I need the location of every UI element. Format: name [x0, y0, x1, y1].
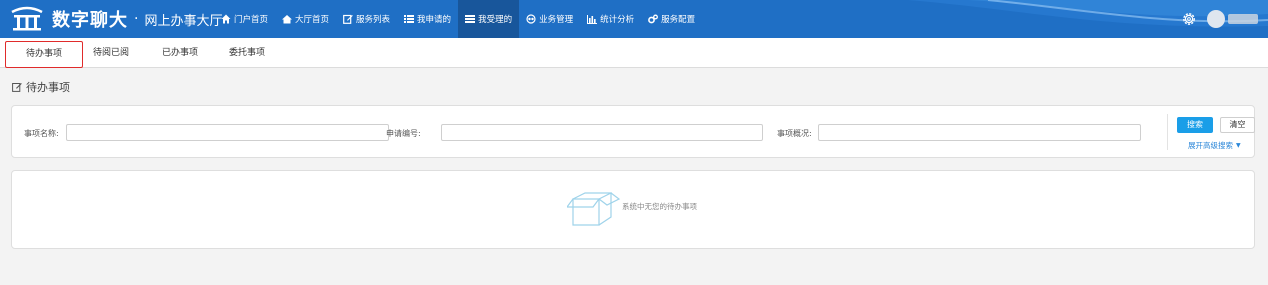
item-name-label: 事项名称:: [24, 129, 59, 138]
brand[interactable]: 数字聊大 · 网上办事大厅: [10, 0, 222, 38]
empty-box-icon: [567, 192, 621, 226]
summary-label: 事项概况:: [777, 129, 812, 138]
results-panel: 系统中无您的待办事项: [11, 170, 1255, 249]
tab-to-read[interactable]: 待阅已阅: [86, 38, 136, 68]
header-decoration: [908, 0, 1268, 27]
gears-icon: [648, 14, 659, 24]
brand-separator: ·: [134, 11, 139, 27]
house-icon: [282, 15, 293, 24]
chevron-down-icon: ▼: [1236, 142, 1241, 149]
nav-service-list[interactable]: 服务列表: [336, 0, 397, 38]
nav-label: 我申请的: [417, 15, 452, 25]
nav-label: 门户首页: [234, 15, 269, 25]
search-panel: 事项名称: 申请编号: 事项概况: 搜索 清空 展开高级搜索 ▼: [11, 105, 1255, 158]
tab-label: 待办事项: [25, 49, 62, 59]
edit-icon: [343, 14, 353, 24]
app-subtitle: 网上办事大厅: [144, 13, 223, 29]
edit-icon: [12, 83, 22, 92]
nav-my-applications[interactable]: 我申请的: [397, 0, 458, 38]
page-title: 待办事项: [12, 80, 70, 94]
user-name-redacted[interactable]: [1228, 14, 1258, 24]
user-avatar[interactable]: [1207, 10, 1225, 28]
nav-label: 统计分析: [600, 15, 635, 25]
nav-business-management[interactable]: 业务管理: [519, 0, 580, 38]
item-name-input[interactable]: [66, 124, 389, 141]
nav-label: 我受理的: [478, 15, 513, 25]
apply-no-input[interactable]: [441, 124, 763, 141]
advanced-search-link[interactable]: 展开高级搜索 ▼: [1188, 140, 1241, 151]
tab-pending[interactable]: 待办事项: [5, 41, 83, 68]
tab-label: 待阅已阅: [92, 48, 129, 58]
nav-hall-home[interactable]: 大厅首页: [275, 0, 336, 38]
nav-label: 业务管理: [539, 15, 574, 25]
main-nav: 门户首页 大厅首页 服务列表 我申请的 我受理的 业务管理 统计分析 服务配置: [214, 0, 702, 38]
tab-label: 已办事项: [161, 48, 198, 58]
app-name: 数字聊大: [52, 10, 128, 31]
tab-delegated[interactable]: 委托事项: [222, 38, 272, 68]
logo-icon: [11, 6, 43, 31]
nav-label: 大厅首页: [295, 15, 330, 25]
top-navbar: 数字聊大 · 网上办事大厅 门户首页 大厅首页 服务列表 我申请的 我受理的 业…: [0, 0, 1268, 38]
nav-my-accepted[interactable]: 我受理的: [458, 0, 520, 38]
clear-button[interactable]: 清空: [1220, 117, 1255, 133]
apply-no-label: 申请编号:: [386, 129, 421, 138]
nav-statistics[interactable]: 统计分析: [580, 0, 641, 38]
tab-label: 委托事项: [228, 48, 265, 58]
advanced-search-label: 展开高级搜索: [1188, 141, 1233, 150]
workflow-icon: [526, 14, 536, 24]
bars-icon: [465, 15, 476, 23]
chart-icon: [587, 15, 598, 24]
search-button[interactable]: 搜索: [1177, 117, 1213, 133]
nav-label: 服务配置: [661, 15, 696, 25]
nav-label: 服务列表: [356, 15, 391, 25]
page-title-text: 待办事项: [26, 81, 70, 94]
home-icon: [221, 14, 231, 24]
search-divider: [1167, 114, 1168, 150]
summary-input[interactable]: [818, 124, 1141, 141]
list-icon: [404, 15, 415, 23]
settings-gear-icon[interactable]: [1181, 11, 1197, 27]
nav-portal-home[interactable]: 门户首页: [214, 0, 275, 38]
nav-service-config[interactable]: 服务配置: [641, 0, 702, 38]
empty-message: 系统中无您的待办事项: [622, 202, 697, 211]
tab-done[interactable]: 已办事项: [155, 38, 205, 68]
tab-bar: 待办事项 待阅已阅 已办事项 委托事项: [0, 38, 1268, 68]
